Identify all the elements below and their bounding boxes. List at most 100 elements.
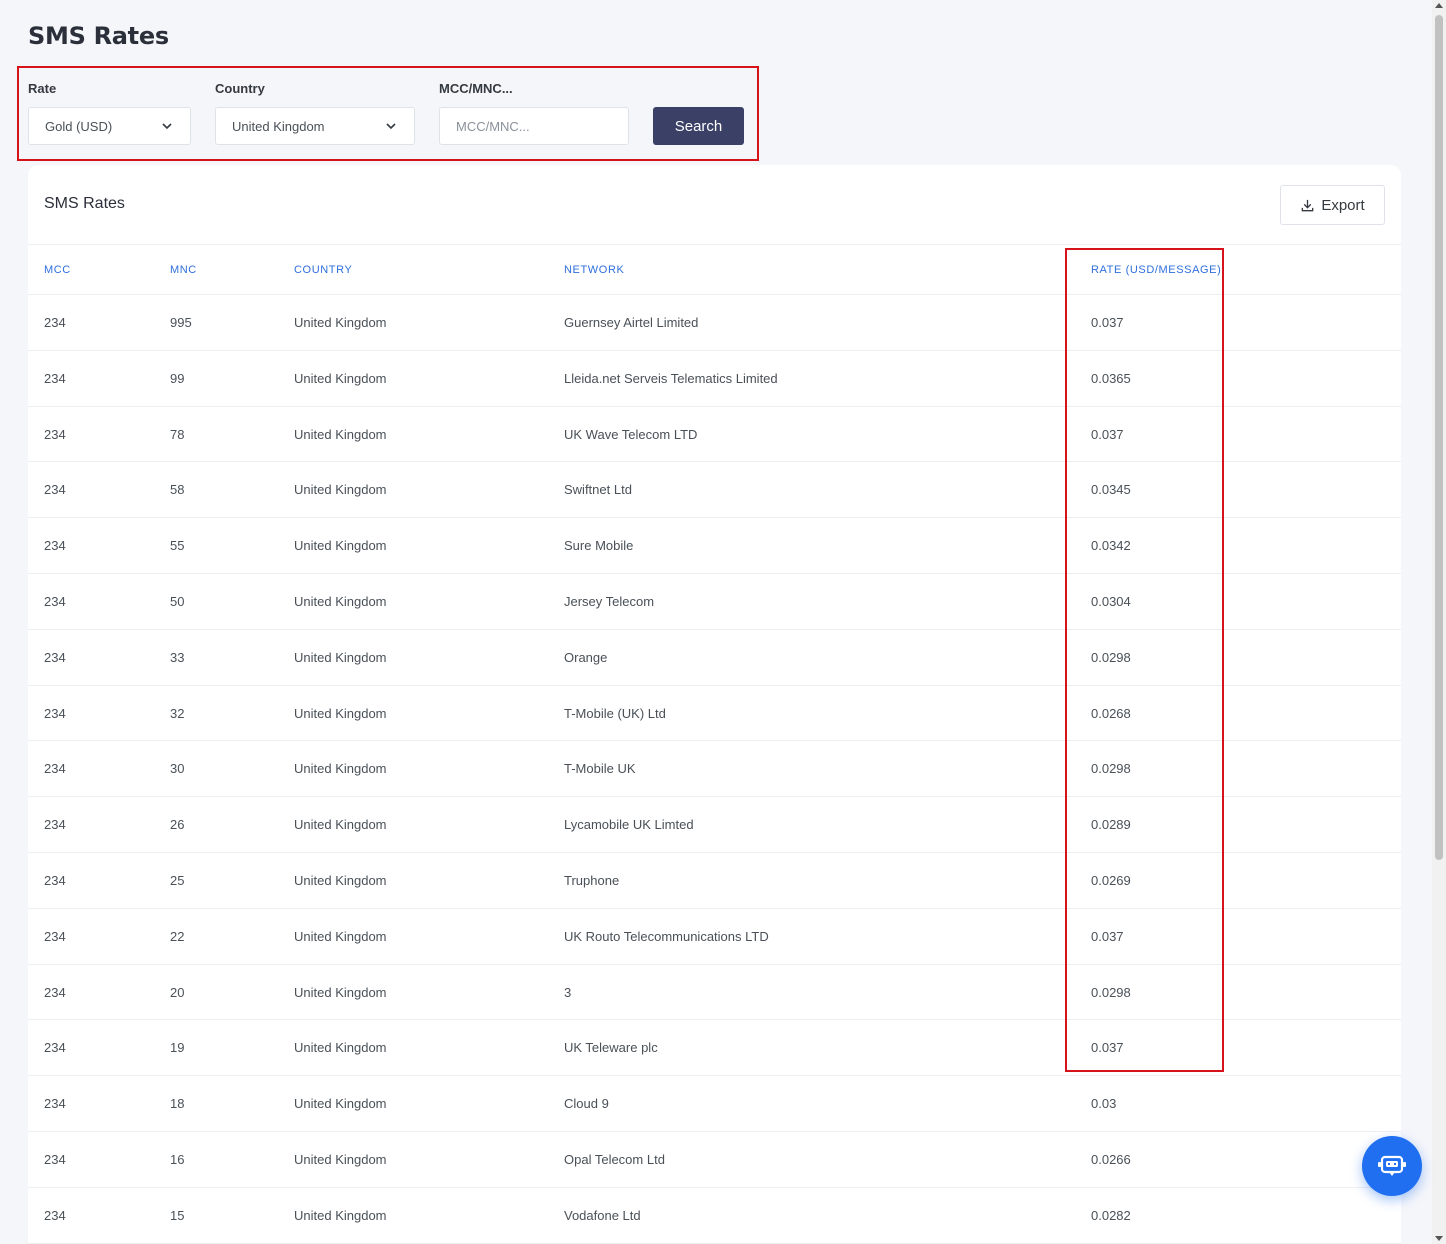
cell-network: T-Mobile UK [564,761,636,777]
cell-rate: 0.0282 [1091,1207,1131,1223]
header-mcc[interactable]: MCC [44,264,71,276]
cell-country: United Kingdom [294,593,387,609]
table-row: 234 20 United Kingdom 3 0.0298 [28,965,1401,1021]
cell-mcc: 234 [44,315,66,330]
cell-rate: 0.0298 [1091,649,1131,665]
cell-country: United Kingdom [294,426,387,442]
table-body: 234 995 United Kingdom Guernsey Airtel Limi… [28,295,1401,1244]
cell-network: Vodafone Ltd [564,1207,641,1223]
search-button[interactable]: Search [653,107,744,145]
table-row: 234 32 United Kingdom T-Mobile (UK) Ltd 0.02… [28,686,1401,742]
cell-mcc: 234 [44,1040,66,1056]
cell-country: United Kingdom [294,1207,387,1223]
cell-country: United Kingdom [294,872,387,888]
cell-mcc: 234 [44,1096,66,1112]
cell-mcc: 234 [44,817,66,833]
cell-mcc: 234 [44,482,66,498]
cell-country: United Kingdom [294,928,387,944]
cell-rate: 0.0345 [1091,482,1131,498]
cell-mcc: 234 [44,593,66,609]
table-row: 234 26 United Kingdom Lycamobile UK Limted 0… [28,797,1401,853]
cell-country: United Kingdom [294,1151,387,1167]
cell-network: Swiftnet Ltd [564,482,632,498]
cell-network: Opal Telecom Ltd [564,1151,665,1167]
chevron-down-icon [162,123,172,130]
scroll-thumb[interactable] [1435,15,1443,860]
country-select[interactable]: United Kingdom [215,107,415,145]
cell-mnc: 99 [170,370,185,386]
cell-rate: 0.037 [1091,928,1124,944]
cell-rate: 0.0268 [1091,705,1131,721]
cell-country: United Kingdom [294,538,387,554]
cell-rate: 0.0266 [1091,1151,1131,1167]
cell-mcc: 234 [44,761,66,777]
rates-card: SMS Rates Export MCC MNC COUNTRY NETWORK… [28,165,1401,1244]
cell-mnc: 50 [170,593,185,609]
header-network[interactable]: NETWORK [564,264,624,276]
mccmnc-label: MCC/MNC... [439,81,513,96]
header-mnc[interactable]: MNC [170,264,197,276]
cell-mnc: 25 [170,872,185,888]
cell-mnc: 78 [170,426,185,442]
table-row: 234 19 United Kingdom UK Teleware plc 0.037 [28,1020,1401,1077]
cell-rate: 0.0269 [1091,872,1131,888]
cell-rate: 0.0342 [1091,538,1131,554]
cell-rate: 0.0298 [1091,761,1131,777]
scroll-down-icon[interactable] [1435,1236,1443,1241]
header-rate[interactable]: RATE (USD/MESSAGE) [1091,264,1221,276]
table-row: 234 16 United Kingdom Opal Telecom Ltd 0.026… [28,1132,1401,1188]
cell-rate: 0.03 [1091,1096,1117,1112]
cell-network: 3 [564,984,572,1000]
cell-mnc: 33 [170,649,185,665]
chevron-down-icon [386,123,396,130]
export-button[interactable]: Export [1280,185,1385,225]
cell-country: United Kingdom [294,482,387,498]
table-row: 234 58 United Kingdom Swiftnet Ltd 0.0345 [28,462,1401,519]
cell-network: Lleida.net Serveis Telematics Limited [564,370,778,386]
chat-button[interactable] [1362,1136,1422,1196]
table-row: 234 15 United Kingdom Vodafone Ltd 0.0282 [28,1188,1401,1244]
download-icon [1302,199,1314,211]
cell-rate: 0.0365 [1091,370,1131,386]
cell-rate: 0.0289 [1091,817,1131,833]
chatbot-icon [1378,1155,1406,1176]
mccmnc-input[interactable] [456,118,612,134]
header-country[interactable]: COUNTRY [294,264,352,276]
mccmnc-field-wrapper [439,107,629,145]
cell-mnc: 995 [170,315,192,330]
page-scrollbar[interactable] [1432,0,1446,1244]
scroll-up-icon[interactable] [1435,3,1443,8]
cell-country: United Kingdom [294,761,387,777]
page-title: SMS Rates [28,22,169,50]
cell-network: T-Mobile (UK) Ltd [564,705,666,721]
rate-label: Rate [28,81,57,96]
cell-network: Cloud 9 [564,1096,609,1112]
cell-network: Guernsey Airtel Limited [564,315,699,330]
table-row: 234 18 United Kingdom Cloud 9 0.03 [28,1076,1401,1132]
cell-mnc: 18 [170,1096,185,1112]
rate-select-value: Gold (USD) [45,118,113,134]
cell-mcc: 234 [44,370,66,386]
cell-country: United Kingdom [294,817,387,833]
cell-network: Orange [564,649,608,665]
cell-mcc: 234 [44,872,66,888]
table-row: 234 33 United Kingdom Orange 0.0298 [28,630,1401,686]
cell-mnc: 58 [170,482,185,498]
cell-mnc: 32 [170,705,185,721]
cell-mnc: 15 [170,1207,185,1223]
rate-select[interactable]: Gold (USD) [28,107,191,145]
cell-country: United Kingdom [294,1040,387,1056]
cell-network: UK Wave Telecom LTD [564,426,698,442]
table-row: 234 30 United Kingdom T-Mobile UK 0.0298 [28,741,1401,798]
cell-mcc: 234 [44,538,66,554]
cell-mnc: 16 [170,1151,185,1167]
country-select-value: United Kingdom [232,118,325,134]
cell-network: UK Routo Telecommunications LTD [564,928,769,944]
cell-country: United Kingdom [294,1096,387,1112]
cell-mnc: 55 [170,538,185,554]
cell-mnc: 26 [170,817,185,833]
cell-rate: 0.0304 [1091,593,1131,609]
table-header: MCC MNC COUNTRY NETWORK RATE (USD/MESSAG… [28,244,1401,295]
cell-rate: 0.0298 [1091,984,1131,1000]
table-row: 234 22 United Kingdom UK Routo Telecommunic… [28,909,1401,965]
